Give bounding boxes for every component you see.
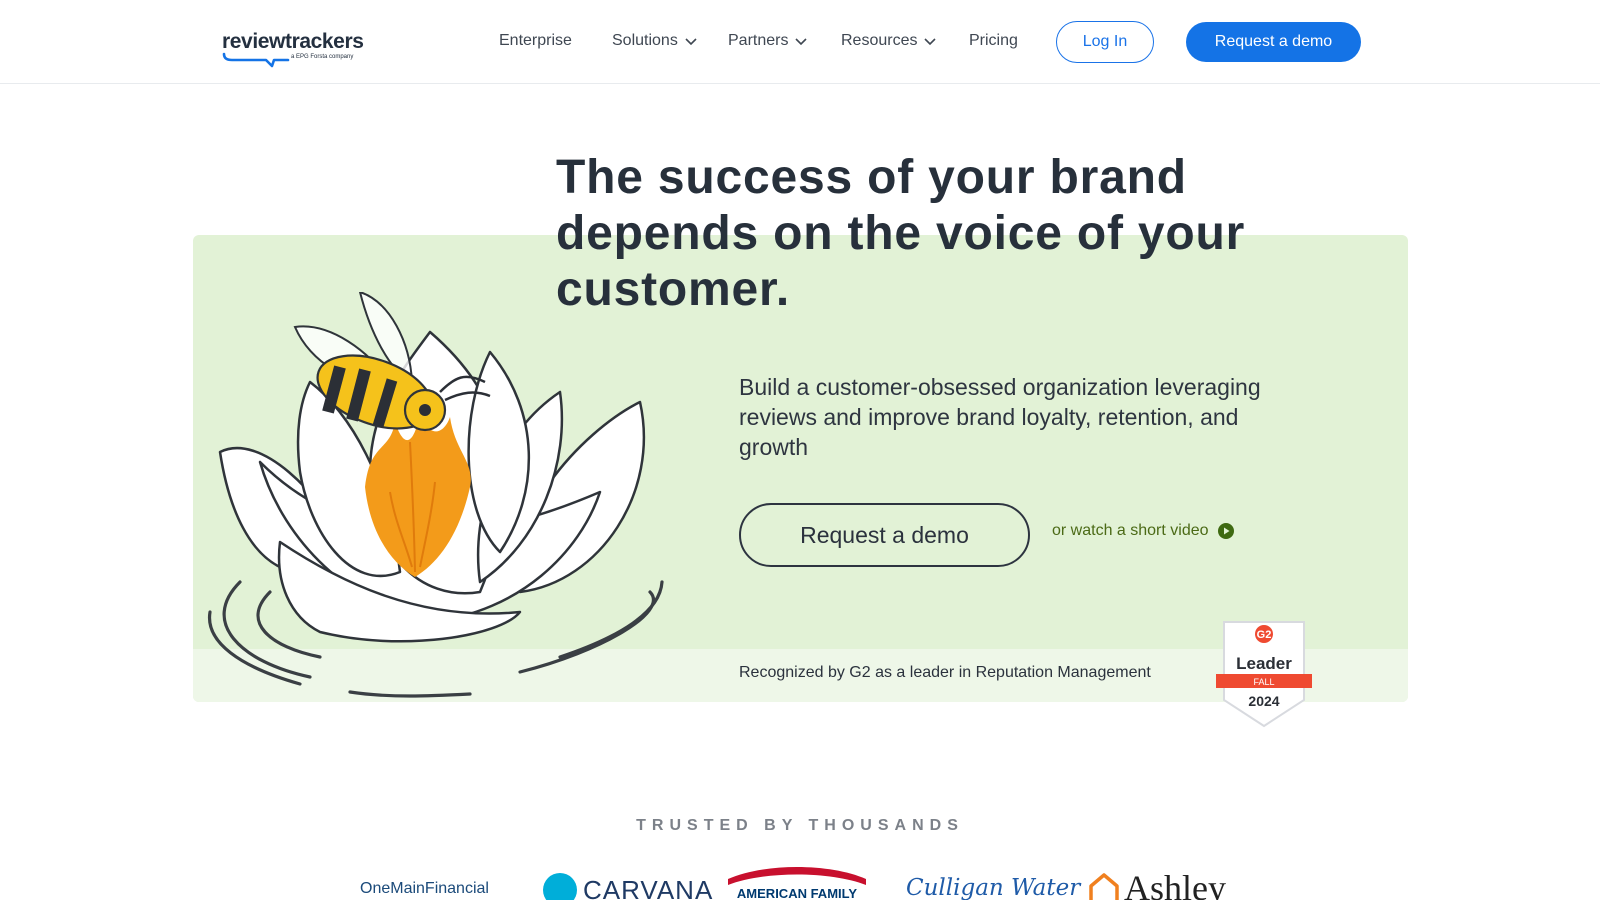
chevron-down-icon: [795, 38, 808, 46]
nav-solutions[interactable]: Solutions: [612, 31, 698, 51]
nav-resources-label: Resources: [841, 32, 918, 49]
chevron-down-icon: [924, 38, 937, 46]
g2-recognition-text: Recognized by G2 as a leader in Reputati…: [739, 664, 1151, 681]
culligan-water-logo: Culligan Water: [906, 875, 1081, 900]
nav-solutions-label: Solutions: [612, 32, 678, 49]
nav-pricing[interactable]: Pricing: [969, 31, 1018, 51]
onemain-financial-logo: OneMainFinancial: [360, 880, 489, 898]
login-button[interactable]: Log In: [1056, 21, 1154, 63]
hero-subtitle: Build a customer-obsessed organization l…: [739, 374, 1261, 460]
nav-partners-label: Partners: [728, 32, 789, 49]
reviewtrackers-logo[interactable]: reviewtrackers a EPG Forsta company: [222, 28, 372, 70]
nav-partners[interactable]: Partners: [728, 31, 808, 51]
g2-badge-year: 2024: [1248, 693, 1279, 709]
nav-resources[interactable]: Resources: [841, 31, 937, 51]
carvana-logo: CARVANA: [543, 873, 713, 900]
site-header: reviewtrackers a EPG Forsta company Ente…: [0, 0, 1600, 84]
onemain-part2: Financial: [424, 880, 489, 897]
play-circle-icon: [1217, 523, 1234, 539]
ashley-logo: Ashley: [1088, 867, 1226, 900]
logo-subtitle: a EPG Forsta company: [291, 54, 354, 60]
watch-video-link[interactable]: or watch a short video: [1052, 520, 1235, 542]
carvana-mark-icon: [543, 873, 577, 900]
chevron-down-icon: [685, 38, 697, 46]
g2-badge-brand: G2: [1257, 629, 1272, 641]
customer-logos-row: OneMainFinancial CARVANA AMERICAN FAMILY…: [0, 865, 1600, 900]
nav-pricing-label: Pricing: [969, 32, 1018, 49]
american-family-text: AMERICAN FAMILY: [737, 886, 857, 900]
request-demo-hero-button[interactable]: Request a demo: [739, 503, 1030, 567]
hero-title: The success of your brand depends on the…: [556, 151, 1246, 316]
g2-badge-season: FALL: [1253, 677, 1274, 687]
onemain-part1: OneMain: [360, 880, 425, 897]
watch-video-label: or watch a short video: [1052, 522, 1209, 539]
trusted-heading: TRUSTED BY THOUSANDS: [636, 817, 964, 834]
logo-swoosh-icon: [222, 52, 290, 68]
bee-lotus-illustration: [207, 292, 664, 698]
ashley-text: Ashley: [1124, 868, 1226, 900]
ashley-house-icon: [1089, 873, 1119, 900]
nav-enterprise[interactable]: Enterprise: [499, 31, 572, 51]
nav-enterprise-label: Enterprise: [499, 32, 572, 49]
carvana-text: CARVANA: [583, 874, 714, 900]
g2-badge-title: Leader: [1236, 654, 1292, 673]
american-family-logo: AMERICAN FAMILY: [728, 867, 866, 900]
request-demo-header-button[interactable]: Request a demo: [1186, 22, 1361, 62]
g2-leader-badge: G2 Leader FALL 2024: [1216, 621, 1312, 728]
